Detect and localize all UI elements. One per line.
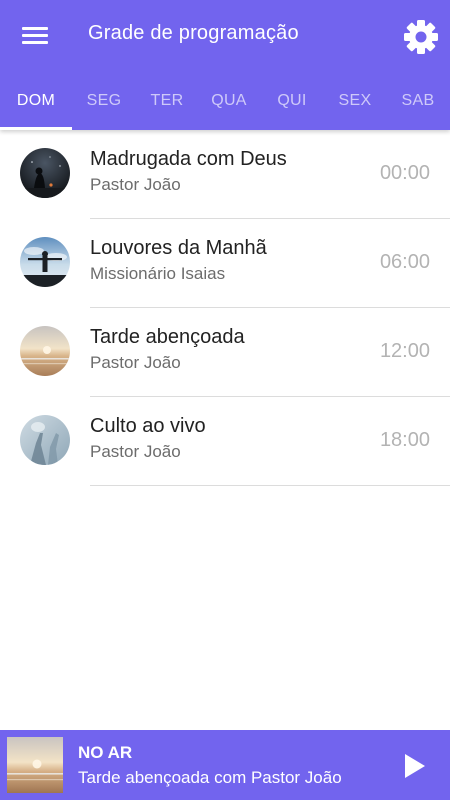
program-title: Tarde abençoada xyxy=(90,326,245,348)
program-time: 00:00 xyxy=(379,162,430,184)
tab-label: SEX xyxy=(338,92,372,109)
hamburger-menu-icon[interactable] xyxy=(18,22,52,50)
tab-label: SEG xyxy=(86,92,122,109)
program-thumbnail xyxy=(20,415,70,465)
tab-sab[interactable]: SAB xyxy=(386,72,450,130)
page-title: Grade de programação xyxy=(88,22,299,44)
program-host: Pastor João xyxy=(90,175,181,194)
program-title: Louvores da Manhã xyxy=(90,237,267,259)
list-item[interactable]: Louvores da Manhã Missionário Isaias 06:… xyxy=(0,219,450,308)
program-time: 12:00 xyxy=(379,340,430,362)
tab-qua[interactable]: QUA xyxy=(198,72,260,130)
list-item[interactable]: Madrugada com Deus Pastor João 00:00 xyxy=(0,130,450,219)
program-host: Missionário Isaias xyxy=(90,264,226,283)
program-title: Madrugada com Deus xyxy=(90,148,287,170)
tab-label: TER xyxy=(150,92,184,109)
tab-label: QUI xyxy=(277,92,307,109)
schedule-list: Madrugada com Deus Pastor João 00:00 Lou… xyxy=(0,130,450,486)
tab-qui[interactable]: QUI xyxy=(260,72,324,130)
play-icon[interactable] xyxy=(398,750,430,782)
program-title: Culto ao vivo xyxy=(90,415,206,437)
tab-sex[interactable]: SEX xyxy=(324,72,386,130)
divider xyxy=(90,485,450,486)
app-bar: Grade de programação DOM SEG TER QUA QUI… xyxy=(0,0,450,130)
tab-label: QUA xyxy=(211,92,247,109)
day-tabs: DOM SEG TER QUA QUI SEX SAB xyxy=(0,72,450,130)
program-thumbnail xyxy=(20,148,70,198)
gear-icon[interactable] xyxy=(402,18,440,56)
program-time: 18:00 xyxy=(379,429,430,451)
tab-label: SAB xyxy=(401,92,435,109)
program-time: 06:00 xyxy=(379,251,430,273)
on-air-label: NO AR xyxy=(78,743,133,762)
program-thumbnail xyxy=(20,237,70,287)
now-playing-title: Tarde abençoada com Pastor João xyxy=(78,768,342,787)
program-host: Pastor João xyxy=(90,442,181,461)
now-playing-bar[interactable]: NO AR Tarde abençoada com Pastor João xyxy=(0,730,450,800)
program-host: Pastor João xyxy=(90,353,181,372)
list-item[interactable]: Tarde abençoada Pastor João 12:00 xyxy=(0,308,450,397)
tab-seg[interactable]: SEG xyxy=(72,72,136,130)
now-playing-thumbnail xyxy=(7,737,63,793)
list-item[interactable]: Culto ao vivo Pastor João 18:00 xyxy=(0,397,450,486)
tab-ter[interactable]: TER xyxy=(136,72,198,130)
program-thumbnail xyxy=(20,326,70,376)
tab-dom[interactable]: DOM xyxy=(0,72,72,130)
tab-label: DOM xyxy=(16,92,56,109)
toolbar: Grade de programação xyxy=(0,0,450,72)
